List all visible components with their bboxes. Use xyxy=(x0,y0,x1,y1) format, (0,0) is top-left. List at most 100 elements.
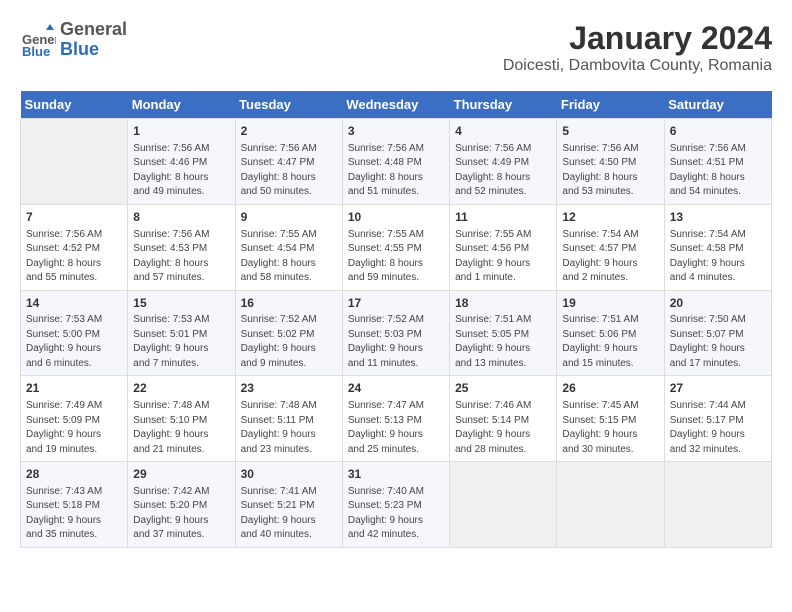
calendar-week-row: 14Sunrise: 7:53 AM Sunset: 5:00 PM Dayli… xyxy=(21,290,772,376)
day-info: Sunrise: 7:56 AM Sunset: 4:49 PM Dayligh… xyxy=(455,142,551,200)
day-of-week-header: Monday xyxy=(128,91,235,119)
day-number: 1 xyxy=(133,123,229,140)
day-number: 16 xyxy=(241,295,337,312)
calendar-week-row: 7Sunrise: 7:56 AM Sunset: 4:52 PM Daylig… xyxy=(21,204,772,290)
day-of-week-header: Wednesday xyxy=(342,91,449,119)
calendar-cell: 14Sunrise: 7:53 AM Sunset: 5:00 PM Dayli… xyxy=(21,290,128,376)
day-info: Sunrise: 7:49 AM Sunset: 5:09 PM Dayligh… xyxy=(26,399,122,457)
title-block: January 2024 Doicesti, Dambovita County,… xyxy=(503,20,772,75)
calendar-cell: 7Sunrise: 7:56 AM Sunset: 4:52 PM Daylig… xyxy=(21,204,128,290)
calendar-cell xyxy=(664,462,771,548)
calendar-cell: 1 Sunrise: 7:56 AM Sunset: 4:46 PM Daylig… xyxy=(128,119,235,205)
day-info: Sunrise: 7:51 AM Sunset: 5:06 PM Dayligh… xyxy=(562,313,658,371)
day-number: 18 xyxy=(455,295,551,312)
calendar-cell: 30 Sunrise: 7:41 AM Sunset: 5:21 PM Dayli… xyxy=(235,462,342,548)
day-number: 2 xyxy=(241,123,337,140)
day-number: 21 xyxy=(26,380,122,397)
calendar-cell: 21 Sunrise: 7:49 AM Sunset: 5:09 PM Dayli… xyxy=(21,376,128,462)
day-number: 12 xyxy=(562,209,658,226)
day-info: Sunrise: 7:52 AM Sunset: 5:03 PM Dayligh… xyxy=(348,313,444,371)
calendar-cell xyxy=(557,462,664,548)
calendar-cell: 20Sunrise: 7:50 AM Sunset: 5:07 PM Dayli… xyxy=(664,290,771,376)
day-info: Sunrise: 7:52 AM Sunset: 5:02 PM Dayligh… xyxy=(241,313,337,371)
page-subtitle: Doicesti, Dambovita County, Romania xyxy=(503,57,772,75)
day-info: Sunrise: 7:56 AM Sunset: 4:53 PM Dayligh… xyxy=(133,228,229,286)
day-number: 28 xyxy=(26,466,122,483)
calendar-cell: 4 Sunrise: 7:56 AM Sunset: 4:49 PM Daylig… xyxy=(450,119,557,205)
calendar-cell: 5 Sunrise: 7:56 AM Sunset: 4:50 PM Daylig… xyxy=(557,119,664,205)
day-info: Sunrise: 7:51 AM Sunset: 5:05 PM Dayligh… xyxy=(455,313,551,371)
calendar-cell: 18Sunrise: 7:51 AM Sunset: 5:05 PM Dayli… xyxy=(450,290,557,376)
calendar-cell: 9 Sunrise: 7:55 AM Sunset: 4:54 PM Daylig… xyxy=(235,204,342,290)
calendar-cell: 16Sunrise: 7:52 AM Sunset: 5:02 PM Dayli… xyxy=(235,290,342,376)
page-header: General Blue General Blue January 2024 D… xyxy=(20,20,772,75)
day-number: 19 xyxy=(562,295,658,312)
day-number: 5 xyxy=(562,123,658,140)
calendar-cell: 17Sunrise: 7:52 AM Sunset: 5:03 PM Dayli… xyxy=(342,290,449,376)
day-number: 11 xyxy=(455,209,551,226)
day-info: Sunrise: 7:44 AM Sunset: 5:17 PM Dayligh… xyxy=(670,399,766,457)
day-number: 9 xyxy=(241,209,337,226)
day-of-week-header: Sunday xyxy=(21,91,128,119)
day-number: 6 xyxy=(670,123,766,140)
day-number: 8 xyxy=(133,209,229,226)
day-info: Sunrise: 7:55 AM Sunset: 4:54 PM Dayligh… xyxy=(241,228,337,286)
day-info: Sunrise: 7:48 AM Sunset: 5:10 PM Dayligh… xyxy=(133,399,229,457)
calendar-week-row: 28 Sunrise: 7:43 AM Sunset: 5:18 PM Dayli… xyxy=(21,462,772,548)
day-of-week-header: Friday xyxy=(557,91,664,119)
calendar-cell: 29 Sunrise: 7:42 AM Sunset: 5:20 PM Dayli… xyxy=(128,462,235,548)
day-of-week-header: Thursday xyxy=(450,91,557,119)
calendar-header-row: SundayMondayTuesdayWednesdayThursdayFrid… xyxy=(21,91,772,119)
day-info: Sunrise: 7:56 AM Sunset: 4:46 PM Dayligh… xyxy=(133,142,229,200)
calendar-cell: 13Sunrise: 7:54 AM Sunset: 4:58 PM Dayli… xyxy=(664,204,771,290)
page-title: January 2024 xyxy=(503,20,772,57)
day-of-week-header: Tuesday xyxy=(235,91,342,119)
day-of-week-header: Saturday xyxy=(664,91,771,119)
calendar-cell: 12Sunrise: 7:54 AM Sunset: 4:57 PM Dayli… xyxy=(557,204,664,290)
day-info: Sunrise: 7:55 AM Sunset: 4:56 PM Dayligh… xyxy=(455,228,551,286)
day-info: Sunrise: 7:43 AM Sunset: 5:18 PM Dayligh… xyxy=(26,485,122,543)
calendar-cell: 19Sunrise: 7:51 AM Sunset: 5:06 PM Dayli… xyxy=(557,290,664,376)
day-number: 4 xyxy=(455,123,551,140)
day-number: 30 xyxy=(241,466,337,483)
calendar-cell: 24 Sunrise: 7:47 AM Sunset: 5:13 PM Dayli… xyxy=(342,376,449,462)
calendar-week-row: 1 Sunrise: 7:56 AM Sunset: 4:46 PM Daylig… xyxy=(21,119,772,205)
calendar-cell: 11 Sunrise: 7:55 AM Sunset: 4:56 PM Dayli… xyxy=(450,204,557,290)
calendar-cell: 6 Sunrise: 7:56 AM Sunset: 4:51 PM Daylig… xyxy=(664,119,771,205)
day-number: 31 xyxy=(348,466,444,483)
day-info: Sunrise: 7:41 AM Sunset: 5:21 PM Dayligh… xyxy=(241,485,337,543)
calendar-cell: 25 Sunrise: 7:46 AM Sunset: 5:14 PM Dayli… xyxy=(450,376,557,462)
day-number: 27 xyxy=(670,380,766,397)
day-info: Sunrise: 7:56 AM Sunset: 4:50 PM Dayligh… xyxy=(562,142,658,200)
calendar-cell xyxy=(450,462,557,548)
day-info: Sunrise: 7:53 AM Sunset: 5:01 PM Dayligh… xyxy=(133,313,229,371)
day-number: 3 xyxy=(348,123,444,140)
day-number: 20 xyxy=(670,295,766,312)
day-info: Sunrise: 7:40 AM Sunset: 5:23 PM Dayligh… xyxy=(348,485,444,543)
day-number: 25 xyxy=(455,380,551,397)
logo: General Blue General Blue xyxy=(20,20,127,60)
calendar-table: SundayMondayTuesdayWednesdayThursdayFrid… xyxy=(20,91,772,548)
calendar-cell: 15Sunrise: 7:53 AM Sunset: 5:01 PM Dayli… xyxy=(128,290,235,376)
day-number: 23 xyxy=(241,380,337,397)
day-info: Sunrise: 7:56 AM Sunset: 4:51 PM Dayligh… xyxy=(670,142,766,200)
day-number: 29 xyxy=(133,466,229,483)
day-info: Sunrise: 7:53 AM Sunset: 5:00 PM Dayligh… xyxy=(26,313,122,371)
day-info: Sunrise: 7:50 AM Sunset: 5:07 PM Dayligh… xyxy=(670,313,766,371)
day-number: 10 xyxy=(348,209,444,226)
calendar-cell: 28 Sunrise: 7:43 AM Sunset: 5:18 PM Dayli… xyxy=(21,462,128,548)
day-number: 26 xyxy=(562,380,658,397)
day-info: Sunrise: 7:48 AM Sunset: 5:11 PM Dayligh… xyxy=(241,399,337,457)
calendar-cell: 10Sunrise: 7:55 AM Sunset: 4:55 PM Dayli… xyxy=(342,204,449,290)
day-info: Sunrise: 7:56 AM Sunset: 4:52 PM Dayligh… xyxy=(26,228,122,286)
day-info: Sunrise: 7:46 AM Sunset: 5:14 PM Dayligh… xyxy=(455,399,551,457)
day-number: 24 xyxy=(348,380,444,397)
calendar-cell: 3Sunrise: 7:56 AM Sunset: 4:48 PM Daylig… xyxy=(342,119,449,205)
logo-icon: General Blue xyxy=(20,22,56,58)
calendar-cell: 2Sunrise: 7:56 AM Sunset: 4:47 PM Daylig… xyxy=(235,119,342,205)
day-number: 17 xyxy=(348,295,444,312)
day-info: Sunrise: 7:42 AM Sunset: 5:20 PM Dayligh… xyxy=(133,485,229,543)
day-info: Sunrise: 7:47 AM Sunset: 5:13 PM Dayligh… xyxy=(348,399,444,457)
svg-text:Blue: Blue xyxy=(22,44,50,58)
calendar-cell: 31 Sunrise: 7:40 AM Sunset: 5:23 PM Dayli… xyxy=(342,462,449,548)
